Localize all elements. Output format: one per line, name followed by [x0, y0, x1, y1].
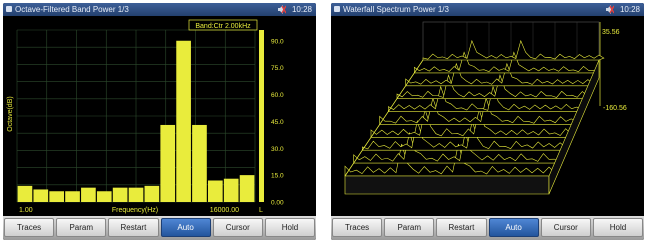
- restart-button[interactable]: Restart: [436, 218, 487, 237]
- bar-15: [239, 175, 255, 202]
- clock: 10:28: [619, 5, 640, 14]
- cursor-button[interactable]: Cursor: [212, 218, 263, 237]
- y-tick-label: 60.0: [271, 92, 284, 99]
- x-end-unit: L: [259, 207, 263, 214]
- bar-10: [160, 124, 176, 202]
- y-tick-label: 0.00: [271, 200, 284, 207]
- octave-band-chart: 90.0 75.0 60.0 45.0 30.0 15.0 0.00 Band:Ctr 2.…: [3, 16, 316, 216]
- bar-5: [81, 187, 96, 202]
- bar-11: [176, 40, 191, 202]
- waterfall-screen: Waterfall Spectrum Power 1/3 10:28 35.56…: [331, 3, 644, 240]
- status-bar: Octave-Filtered Band Power 1/3 10:28: [3, 3, 316, 16]
- bar-7: [112, 187, 128, 202]
- bar-1: [17, 185, 33, 202]
- bar-13: [208, 180, 223, 202]
- waterfall-chart: 35.56 -160.56: [331, 16, 644, 216]
- bar-3: [49, 191, 64, 202]
- bar-9: [144, 185, 160, 202]
- hold-button[interactable]: Hold: [592, 218, 644, 237]
- y-tick-label: 75.0: [271, 65, 284, 72]
- low-value-label: -160.56: [603, 105, 627, 112]
- bar-6: [96, 191, 112, 202]
- cursor-button[interactable]: Cursor: [540, 218, 591, 237]
- auto-button[interactable]: Auto: [488, 218, 539, 237]
- bar-2: [33, 189, 49, 202]
- band-readout: Band:Ctr 2.00kHz: [195, 23, 251, 30]
- status-bar: Waterfall Spectrum Power 1/3 10:28: [331, 3, 644, 16]
- speaker-mute-icon: [278, 5, 286, 14]
- softkey-bar: Traces Param Restart Auto Cursor Hold: [331, 216, 644, 240]
- windows-start-icon[interactable]: [6, 6, 12, 12]
- front-base: [344, 175, 550, 195]
- bar-4: [65, 191, 80, 202]
- restart-button[interactable]: Restart: [108, 218, 159, 237]
- top-value-label: 35.56: [602, 29, 620, 36]
- bar-14: [223, 178, 239, 202]
- x-end-label: 16000.00: [210, 207, 239, 214]
- auto-button[interactable]: Auto: [160, 218, 211, 237]
- clock: 10:28: [291, 5, 312, 14]
- windows-start-icon[interactable]: [334, 6, 340, 12]
- window-title: Octave-Filtered Band Power 1/3: [15, 5, 129, 14]
- traces-button[interactable]: Traces: [4, 218, 55, 237]
- traces-button[interactable]: Traces: [332, 218, 383, 237]
- x-start-label: 1.00: [19, 207, 33, 214]
- bar-12: [192, 124, 207, 202]
- x-axis-label: Frequency(Hz): [112, 207, 158, 214]
- bar-8: [128, 187, 144, 202]
- y-tick-label: 30.0: [271, 146, 284, 153]
- param-button[interactable]: Param: [56, 218, 107, 237]
- y-axis-label: Octave(dB): [7, 96, 14, 131]
- y-tick-label: 45.0: [271, 119, 284, 126]
- level-meter-bar: [259, 30, 264, 202]
- y-tick-label: 90.0: [271, 38, 284, 45]
- speaker-mute-icon: [606, 5, 614, 14]
- y-tick-label: 15.0: [271, 173, 284, 180]
- param-button[interactable]: Param: [384, 218, 435, 237]
- softkey-bar: Traces Param Restart Auto Cursor Hold: [3, 216, 316, 240]
- window-title: Waterfall Spectrum Power 1/3: [343, 5, 449, 14]
- hold-button[interactable]: Hold: [264, 218, 316, 237]
- octave-band-screen: Octave-Filtered Band Power 1/3 10:28 90.…: [3, 3, 316, 240]
